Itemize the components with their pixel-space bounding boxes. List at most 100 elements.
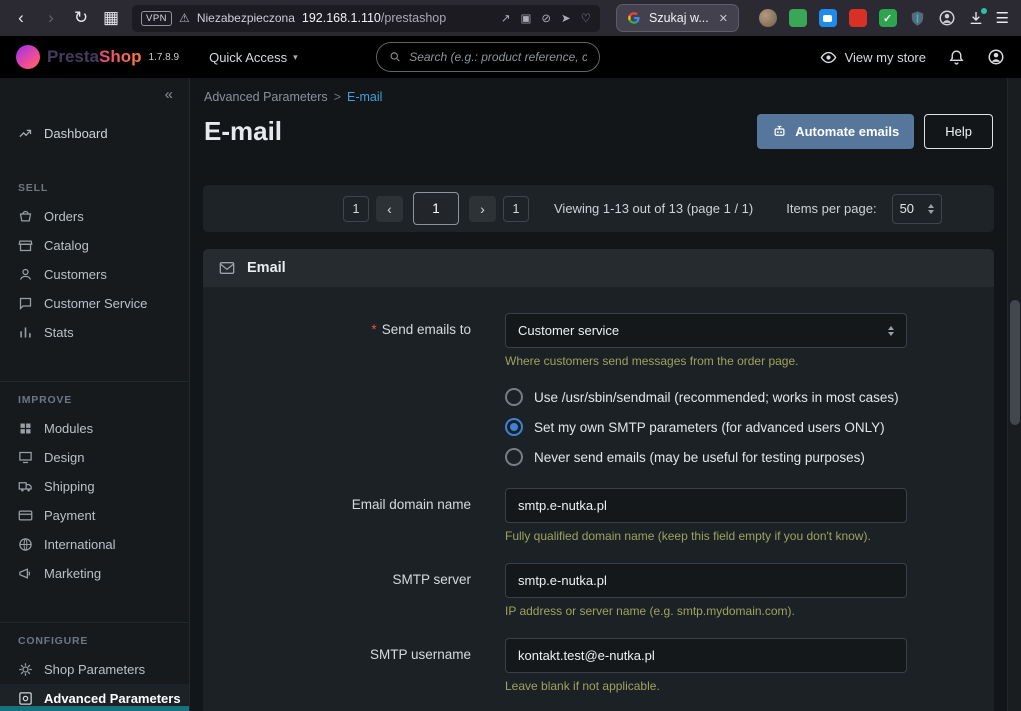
search-input[interactable] (409, 50, 586, 64)
panel-title: Email (247, 260, 286, 276)
sidebar-item-label: Advanced Parameters (44, 691, 181, 706)
share-icon[interactable]: ↗ (501, 11, 511, 25)
sidebar-item-shipping[interactable]: Shipping (0, 472, 189, 501)
previous-page-button[interactable]: ‹ (376, 196, 403, 222)
google-favicon (627, 11, 641, 25)
sidebar-item-stats[interactable]: Stats (0, 318, 189, 347)
green-extension-icon[interactable] (789, 9, 807, 27)
email-domain-input[interactable] (505, 488, 907, 523)
forward-icon[interactable]: › (38, 5, 64, 31)
sidebar-item-label: International (44, 537, 116, 552)
page-input[interactable] (413, 192, 459, 225)
extension-toolbar: ✓ ☰ (759, 9, 1013, 27)
sidebar: « Dashboard SELL Orders Catalog Customer… (0, 78, 190, 711)
sidebar-item-dashboard[interactable]: Dashboard (0, 119, 189, 148)
send-icon[interactable]: ➤ (561, 11, 571, 25)
sidebar-item-orders[interactable]: Orders (0, 202, 189, 231)
last-page-button[interactable]: 1 (503, 196, 529, 222)
reload-icon[interactable]: ↻ (68, 5, 94, 31)
sidebar-item-shop-parameters[interactable]: Shop Parameters (0, 655, 189, 684)
sidebar-item-marketing[interactable]: Marketing (0, 559, 189, 588)
chat-extension-icon[interactable] (819, 9, 837, 27)
version-label: 1.7.8.9 (148, 52, 179, 63)
sidebar-item-label: Customer Service (44, 296, 147, 311)
radio-sendmail-label[interactable]: Use /usr/sbin/sendmail (recommended; wor… (534, 390, 899, 405)
search-tab[interactable]: Szukaj w... ✕ (616, 4, 739, 32)
avatar-extension-icon[interactable] (759, 9, 777, 27)
menu-icon[interactable]: ☰ (996, 9, 1009, 27)
required-mark: * (371, 322, 376, 337)
bookmark-heart-icon[interactable]: ♡ (581, 11, 591, 25)
sidebar-section-sell: SELL Orders Catalog Customers Customer S… (0, 170, 189, 347)
international-icon (18, 537, 33, 552)
items-per-page-select[interactable]: 50 (892, 194, 942, 224)
radio-never-send-label[interactable]: Never send emails (may be useful for tes… (534, 450, 865, 465)
help-button[interactable]: Help (924, 114, 993, 149)
radio-smtp[interactable] (505, 418, 523, 436)
shield-extension-icon[interactable] (909, 10, 926, 27)
field-label (203, 388, 505, 478)
downloads-icon[interactable] (968, 10, 984, 26)
scrollbar-thumb[interactable] (1010, 300, 1020, 425)
send-emails-to-label: Send emails to (382, 322, 471, 337)
sidebar-collapse-icon[interactable]: « (149, 78, 189, 103)
check-extension-icon[interactable]: ✓ (879, 9, 897, 27)
radio-row-smtp: Set my own SMTP parameters (for advanced… (505, 418, 965, 436)
smtp-username-label: SMTP username (203, 638, 505, 693)
radio-smtp-label[interactable]: Set my own SMTP parameters (for advanced… (534, 420, 885, 435)
next-page-button[interactable]: › (469, 196, 496, 222)
close-icon[interactable]: ✕ (719, 12, 728, 25)
sidebar-item-customer-service[interactable]: Customer Service (0, 289, 189, 318)
main-content: Advanced Parameters>E-mail E-mail Automa… (190, 78, 1007, 711)
view-store-link[interactable]: View my store (820, 49, 926, 66)
sidebar-item-modules[interactable]: Modules (0, 414, 189, 443)
red-extension-icon[interactable] (849, 9, 867, 27)
url-bar[interactable]: VPN ⚠ Niezabezpieczona 192.168.1.110/pre… (132, 5, 600, 32)
smtp-server-label: SMTP server (203, 563, 505, 618)
email-domain-row: Email domain name Fully qualified domain… (203, 488, 994, 543)
apps-grid-icon[interactable]: ▦ (98, 5, 124, 31)
automate-emails-label: Automate emails (795, 124, 899, 139)
sidebar-item-payment[interactable]: Payment (0, 501, 189, 530)
vpn-badge[interactable]: VPN (141, 11, 172, 26)
blocked-icon[interactable]: ⊘ (541, 11, 551, 25)
eye-icon (820, 49, 837, 66)
send-emails-to-value: Customer service (518, 323, 619, 338)
smtp-server-input[interactable] (505, 563, 907, 598)
field-label: * Send emails to (203, 313, 505, 368)
email-method-row: Use /usr/sbin/sendmail (recommended; wor… (203, 388, 994, 478)
back-icon[interactable]: ‹ (8, 5, 34, 31)
breadcrumb-parent[interactable]: Advanced Parameters (204, 90, 328, 104)
sidebar-item-international[interactable]: International (0, 530, 189, 559)
design-icon (18, 450, 33, 465)
brand-shop: Shop (99, 47, 142, 67)
notifications-bell-icon[interactable] (948, 49, 965, 66)
sidebar-item-design[interactable]: Design (0, 443, 189, 472)
page-header: E-mail Automate emails Help (190, 106, 1007, 149)
viewing-summary: Viewing 1-13 out of 13 (page 1 / 1) (554, 201, 753, 216)
send-emails-to-select[interactable]: Customer service (505, 313, 907, 348)
prestashop-logo[interactable] (16, 45, 40, 69)
profile-icon[interactable] (987, 48, 1005, 66)
admin-search[interactable] (376, 42, 600, 72)
scrollbar-track[interactable] (1007, 78, 1021, 711)
pagination-bar: 1 ‹ › 1 Viewing 1-13 out of 13 (page 1 /… (203, 185, 994, 232)
smtp-server-help: IP address or server name (e.g. smtp.myd… (505, 604, 907, 618)
url-host: 192.168.1.110 (302, 11, 381, 25)
select-arrows-icon (888, 326, 894, 336)
quick-access-menu[interactable]: Quick Access ▾ (209, 50, 298, 65)
account-icon[interactable] (938, 9, 956, 27)
first-page-button[interactable]: 1 (343, 196, 369, 222)
radio-sendmail[interactable] (505, 388, 523, 406)
quick-access-label: Quick Access (209, 50, 287, 65)
radio-never-send[interactable] (505, 448, 523, 466)
smtp-username-row: SMTP username Leave blank if not applica… (203, 638, 994, 693)
active-submenu-indicator (0, 706, 189, 711)
sidebar-item-catalog[interactable]: Catalog (0, 231, 189, 260)
automate-emails-button[interactable]: Automate emails (757, 114, 914, 149)
screenshot-icon[interactable]: ▣ (521, 11, 532, 25)
smtp-username-input[interactable] (505, 638, 907, 673)
spinner-arrows-icon (928, 204, 934, 214)
sidebar-item-label: Shipping (44, 479, 95, 494)
sidebar-item-customers[interactable]: Customers (0, 260, 189, 289)
